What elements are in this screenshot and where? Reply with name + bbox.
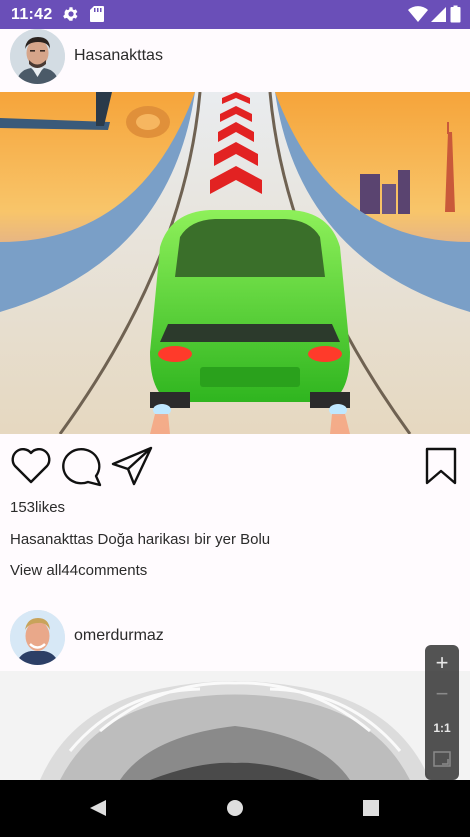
navigation-bar (0, 780, 470, 837)
view-comments-link[interactable]: View all44comments (10, 562, 147, 579)
back-icon[interactable] (63, 780, 133, 837)
battery-icon (450, 5, 461, 28)
cellular-signal-icon (430, 5, 446, 28)
feed[interactable]: Hasanakttas 153likes Hasanakttas Doğa ha… (0, 29, 470, 780)
avatar[interactable] (10, 610, 65, 665)
share-icon[interactable] (110, 445, 154, 492)
status-bar: 11:42 (0, 0, 470, 29)
post-image[interactable] (0, 92, 470, 434)
post-caption: Hasanakttas Doğa harikası bir yer Bolu (10, 531, 271, 548)
settings-icon (62, 5, 80, 28)
post-image[interactable] (0, 671, 470, 780)
post-username[interactable]: omerdurmaz (74, 627, 164, 645)
post-header: omerdurmaz (0, 607, 470, 667)
bookmark-icon[interactable] (424, 446, 458, 491)
post-header: Hasanakttas (0, 29, 470, 89)
wifi-icon (408, 5, 428, 28)
zoom-out-icon[interactable]: − (425, 681, 459, 707)
comment-icon[interactable] (60, 445, 104, 492)
status-time: 11:42 (11, 6, 53, 23)
post-username[interactable]: Hasanakttas (74, 47, 163, 65)
actual-size-button[interactable]: 1:1 (425, 721, 459, 735)
zoom-controls: + − 1:1 (425, 645, 459, 780)
fit-screen-icon[interactable] (425, 751, 459, 772)
home-icon[interactable] (200, 780, 270, 837)
zoom-in-icon[interactable]: + (425, 650, 459, 676)
avatar[interactable] (10, 29, 65, 84)
likes-count: 153likes (10, 499, 66, 516)
sd-card-icon (89, 5, 105, 28)
like-icon[interactable] (10, 445, 52, 490)
recents-icon[interactable] (336, 780, 406, 837)
